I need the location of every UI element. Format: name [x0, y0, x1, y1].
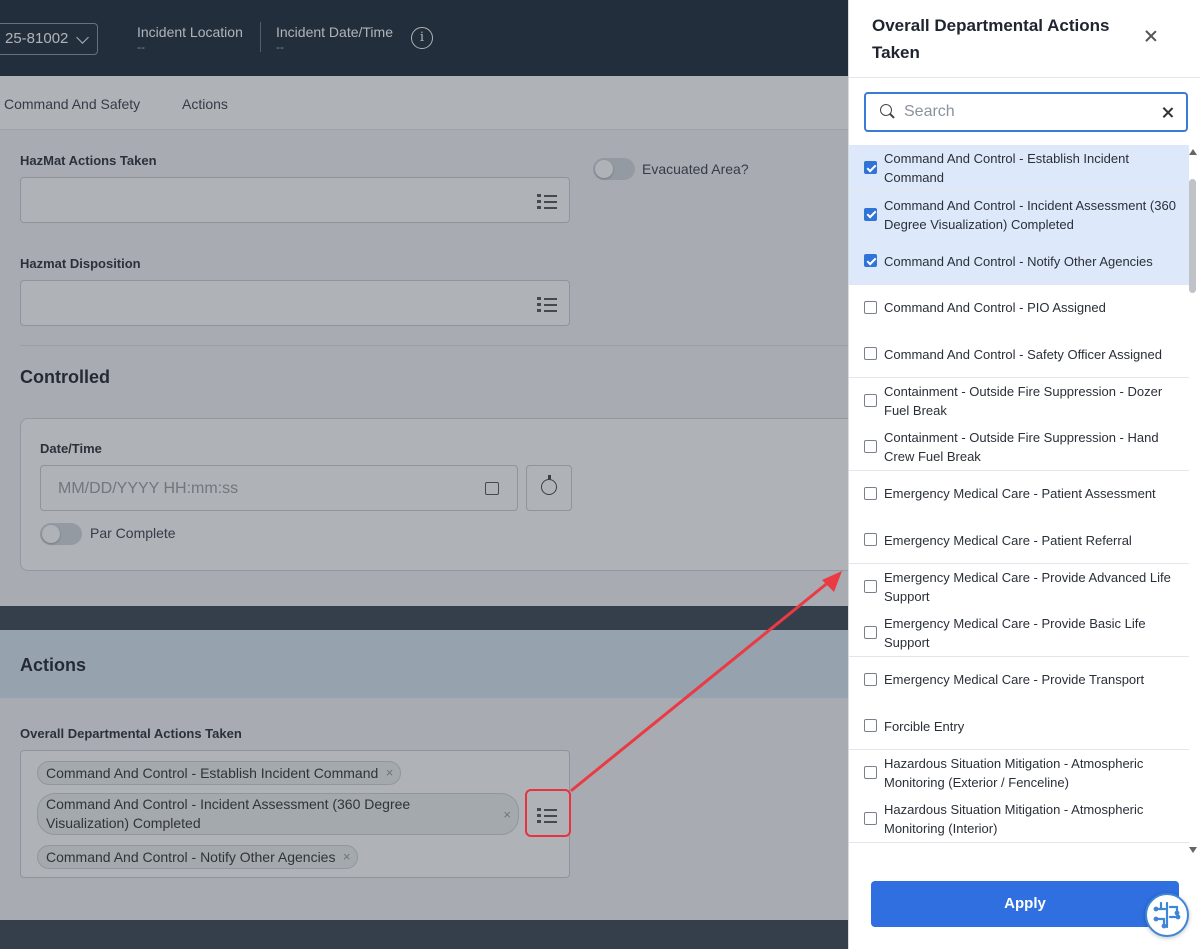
checkbox[interactable]: [864, 300, 877, 314]
close-icon[interactable]: [1143, 28, 1159, 44]
checkbox[interactable]: [864, 579, 877, 593]
checkbox[interactable]: [864, 440, 877, 453]
clear-icon[interactable]: [1161, 106, 1174, 119]
picker-highlight: [525, 789, 571, 837]
option-label: Emergency Medical Care - Patient Assessm…: [884, 486, 1156, 501]
option-item[interactable]: Containment - Outside Fire Suppression -…: [849, 424, 1189, 471]
checkbox[interactable]: [864, 626, 877, 639]
option-item[interactable]: Command And Control - Safety Officer Ass…: [849, 331, 1189, 378]
option-item[interactable]: Emergency Medical Care - Provide Advance…: [849, 563, 1189, 611]
option-label: Hazardous Situation Mitigation - Atmosph…: [884, 802, 1144, 836]
modal-backdrop[interactable]: [0, 0, 848, 949]
panel-divider: [849, 77, 1200, 78]
option-label: Hazardous Situation Mitigation -: [884, 843, 1180, 858]
option-label: Containment - Outside Fire Suppression -…: [884, 383, 1163, 418]
scroll-thumb[interactable]: [1189, 179, 1196, 293]
search-icon: [880, 104, 895, 119]
search-box: [864, 92, 1188, 132]
option-item[interactable]: Command And Control - PIO Assigned: [849, 284, 1189, 332]
option-item[interactable]: Hazardous Situation Mitigation -: [849, 842, 1189, 858]
option-item[interactable]: Command And Control - Notify Other Agenc…: [849, 238, 1189, 285]
checkbox[interactable]: [864, 672, 877, 686]
checkbox[interactable]: [864, 719, 877, 732]
option-label: Emergency Medical Care - Provide Advance…: [884, 569, 1171, 604]
checkbox[interactable]: [864, 347, 877, 360]
actions-picker-panel: Overall Departmental Actions Taken Comma…: [848, 0, 1200, 949]
option-label: Command And Control - Safety Officer Ass…: [884, 346, 1162, 362]
checkbox[interactable]: [864, 533, 877, 546]
option-item[interactable]: Emergency Medical Care - Provide Transpo…: [849, 656, 1189, 704]
option-item[interactable]: Command And Control - Incident Assessmen…: [849, 191, 1189, 239]
apply-button[interactable]: Apply: [871, 881, 1179, 927]
checkbox-checked[interactable]: [864, 254, 877, 267]
options-scrollbar[interactable]: [1187, 145, 1200, 857]
checkbox[interactable]: [864, 393, 877, 407]
option-item[interactable]: Command And Control - Establish Incident…: [849, 145, 1189, 192]
checkbox[interactable]: [864, 765, 877, 779]
scroll-up-icon[interactable]: [1189, 149, 1197, 155]
option-item[interactable]: Emergency Medical Care - Provide Basic L…: [849, 610, 1189, 657]
options-list: Command And Control - Establish Incident…: [849, 145, 1189, 857]
panel-title: Overall Departmental Actions Taken: [872, 16, 1110, 62]
circuit-brain-icon: [1153, 901, 1181, 929]
option-item[interactable]: Forcible Entry: [849, 703, 1189, 750]
checkbox[interactable]: [864, 486, 877, 500]
option-item[interactable]: Hazardous Situation Mitigation - Atmosph…: [849, 796, 1189, 843]
option-label: Emergency Medical Care - Provide Basic L…: [884, 616, 1146, 650]
option-label: Forcible Entry: [884, 718, 965, 734]
checkbox-checked[interactable]: [864, 207, 877, 221]
option-label: Emergency Medical Care - Patient Referra…: [884, 532, 1132, 548]
search-input[interactable]: [904, 100, 1144, 124]
option-label: Containment - Outside Fire Suppression -…: [884, 430, 1159, 464]
option-label: Command And Control - Notify Other Agenc…: [884, 253, 1153, 269]
option-item[interactable]: Containment - Outside Fire Suppression -…: [849, 377, 1189, 425]
option-label: Command And Control - PIO Assigned: [884, 300, 1106, 315]
option-item[interactable]: Emergency Medical Care - Patient Assessm…: [849, 470, 1189, 518]
assistant-launcher[interactable]: [1145, 893, 1189, 937]
option-label: Hazardous Situation Mitigation - Atmosph…: [884, 755, 1144, 790]
option-label: Command And Control - Establish Incident…: [884, 151, 1129, 185]
option-item[interactable]: Hazardous Situation Mitigation - Atmosph…: [849, 749, 1189, 797]
option-label: Emergency Medical Care - Provide Transpo…: [884, 672, 1145, 687]
checkbox[interactable]: [864, 812, 877, 825]
checkbox-checked[interactable]: [864, 161, 877, 174]
scroll-down-icon[interactable]: [1189, 847, 1197, 853]
option-label: Command And Control - Incident Assessmen…: [884, 197, 1176, 232]
option-item[interactable]: Emergency Medical Care - Patient Referra…: [849, 517, 1189, 564]
